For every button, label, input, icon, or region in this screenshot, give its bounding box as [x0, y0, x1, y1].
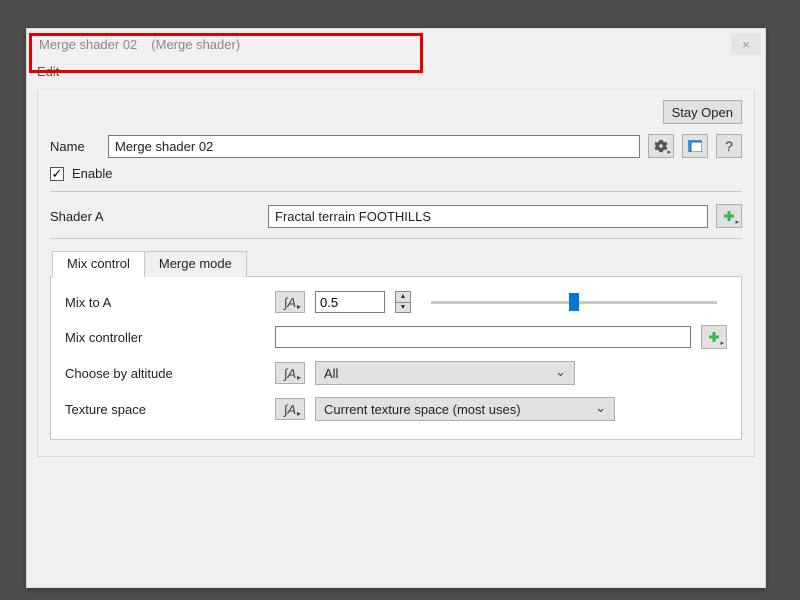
dropdown-arrow-icon: ▸ — [720, 339, 724, 347]
shader-a-add-button[interactable]: ▸ — [716, 204, 742, 228]
tab-pane-mix-control: Mix to A ∫A ▲ ▼ Mix controller — [50, 276, 742, 440]
mix-controller-input[interactable] — [275, 326, 691, 348]
enable-label: Enable — [72, 166, 112, 181]
preview-icon — [688, 140, 702, 152]
close-icon: × — [742, 37, 750, 52]
settings-button[interactable]: ▸ — [648, 134, 674, 158]
mix-controller-label: Mix controller — [65, 330, 265, 345]
enable-checkbox[interactable]: ✓ — [50, 167, 64, 181]
texture-space-function-button[interactable]: ∫A — [275, 398, 305, 420]
mix-to-a-input[interactable] — [315, 291, 385, 313]
function-icon: ∫A — [284, 295, 296, 310]
spinner-up-icon[interactable]: ▲ — [396, 292, 410, 303]
checkmark-icon: ✓ — [52, 167, 63, 180]
dropdown-arrow-icon: ▸ — [735, 218, 739, 226]
window: Merge shader 02 (Merge shader) × Edit St… — [26, 28, 766, 588]
altitude-value: All — [324, 366, 338, 381]
divider — [50, 191, 742, 192]
top-row: Stay Open — [50, 100, 742, 124]
help-icon: ? — [725, 138, 733, 154]
slider-thumb[interactable] — [569, 293, 579, 311]
row-mix-to-a: Mix to A ∫A ▲ ▼ — [65, 291, 727, 313]
row-mix-controller: Mix controller ▸ — [65, 325, 727, 349]
enable-row: ✓ Enable — [50, 166, 742, 181]
altitude-function-button[interactable]: ∫A — [275, 362, 305, 384]
mix-to-a-slider[interactable] — [421, 291, 727, 313]
spinner-down-icon[interactable]: ▼ — [396, 303, 410, 313]
function-icon: ∫A — [284, 402, 296, 417]
mix-to-a-function-button[interactable]: ∫A — [275, 291, 305, 313]
function-icon: ∫A — [284, 366, 296, 381]
close-button[interactable]: × — [731, 33, 761, 55]
shader-a-row: Shader A ▸ — [50, 204, 742, 228]
divider — [50, 238, 742, 239]
name-row: Name ▸ ? — [50, 134, 742, 158]
tab-merge-mode[interactable]: Merge mode — [144, 251, 247, 277]
titlebar: Merge shader 02 (Merge shader) × — [27, 29, 765, 59]
name-label: Name — [50, 139, 100, 154]
mix-to-a-spinner[interactable]: ▲ ▼ — [395, 291, 411, 313]
shader-a-input[interactable] — [268, 205, 708, 228]
texture-space-select[interactable]: Current texture space (most uses) — [315, 397, 615, 421]
title-node-name: Merge shader 02 — [39, 37, 137, 52]
title-node-type: (Merge shader) — [151, 37, 240, 52]
mix-to-a-label: Mix to A — [65, 295, 265, 310]
stay-open-button[interactable]: Stay Open — [663, 100, 742, 124]
plus-icon — [723, 210, 735, 222]
menu-edit[interactable]: Edit — [37, 64, 59, 79]
name-input[interactable] — [108, 135, 640, 158]
texture-space-value: Current texture space (most uses) — [324, 402, 521, 417]
tab-mix-control[interactable]: Mix control — [52, 251, 145, 277]
dropdown-arrow-icon: ▸ — [667, 148, 671, 156]
mix-controller-add-button[interactable]: ▸ — [701, 325, 727, 349]
plus-icon — [708, 331, 720, 343]
tabs: Mix control Merge mode — [52, 251, 742, 277]
preview-button[interactable] — [682, 134, 708, 158]
gear-icon — [654, 139, 668, 153]
slider-track — [431, 301, 717, 304]
menubar: Edit — [27, 59, 765, 83]
help-button[interactable]: ? — [716, 134, 742, 158]
altitude-select[interactable]: All — [315, 361, 575, 385]
altitude-label: Choose by altitude — [65, 366, 265, 381]
row-altitude: Choose by altitude ∫A All — [65, 361, 727, 385]
main-panel: Stay Open Name ▸ ? — [37, 89, 755, 457]
row-texture-space: Texture space ∫A Current texture space (… — [65, 397, 727, 421]
shader-a-label: Shader A — [50, 209, 260, 224]
texture-space-label: Texture space — [65, 402, 265, 417]
